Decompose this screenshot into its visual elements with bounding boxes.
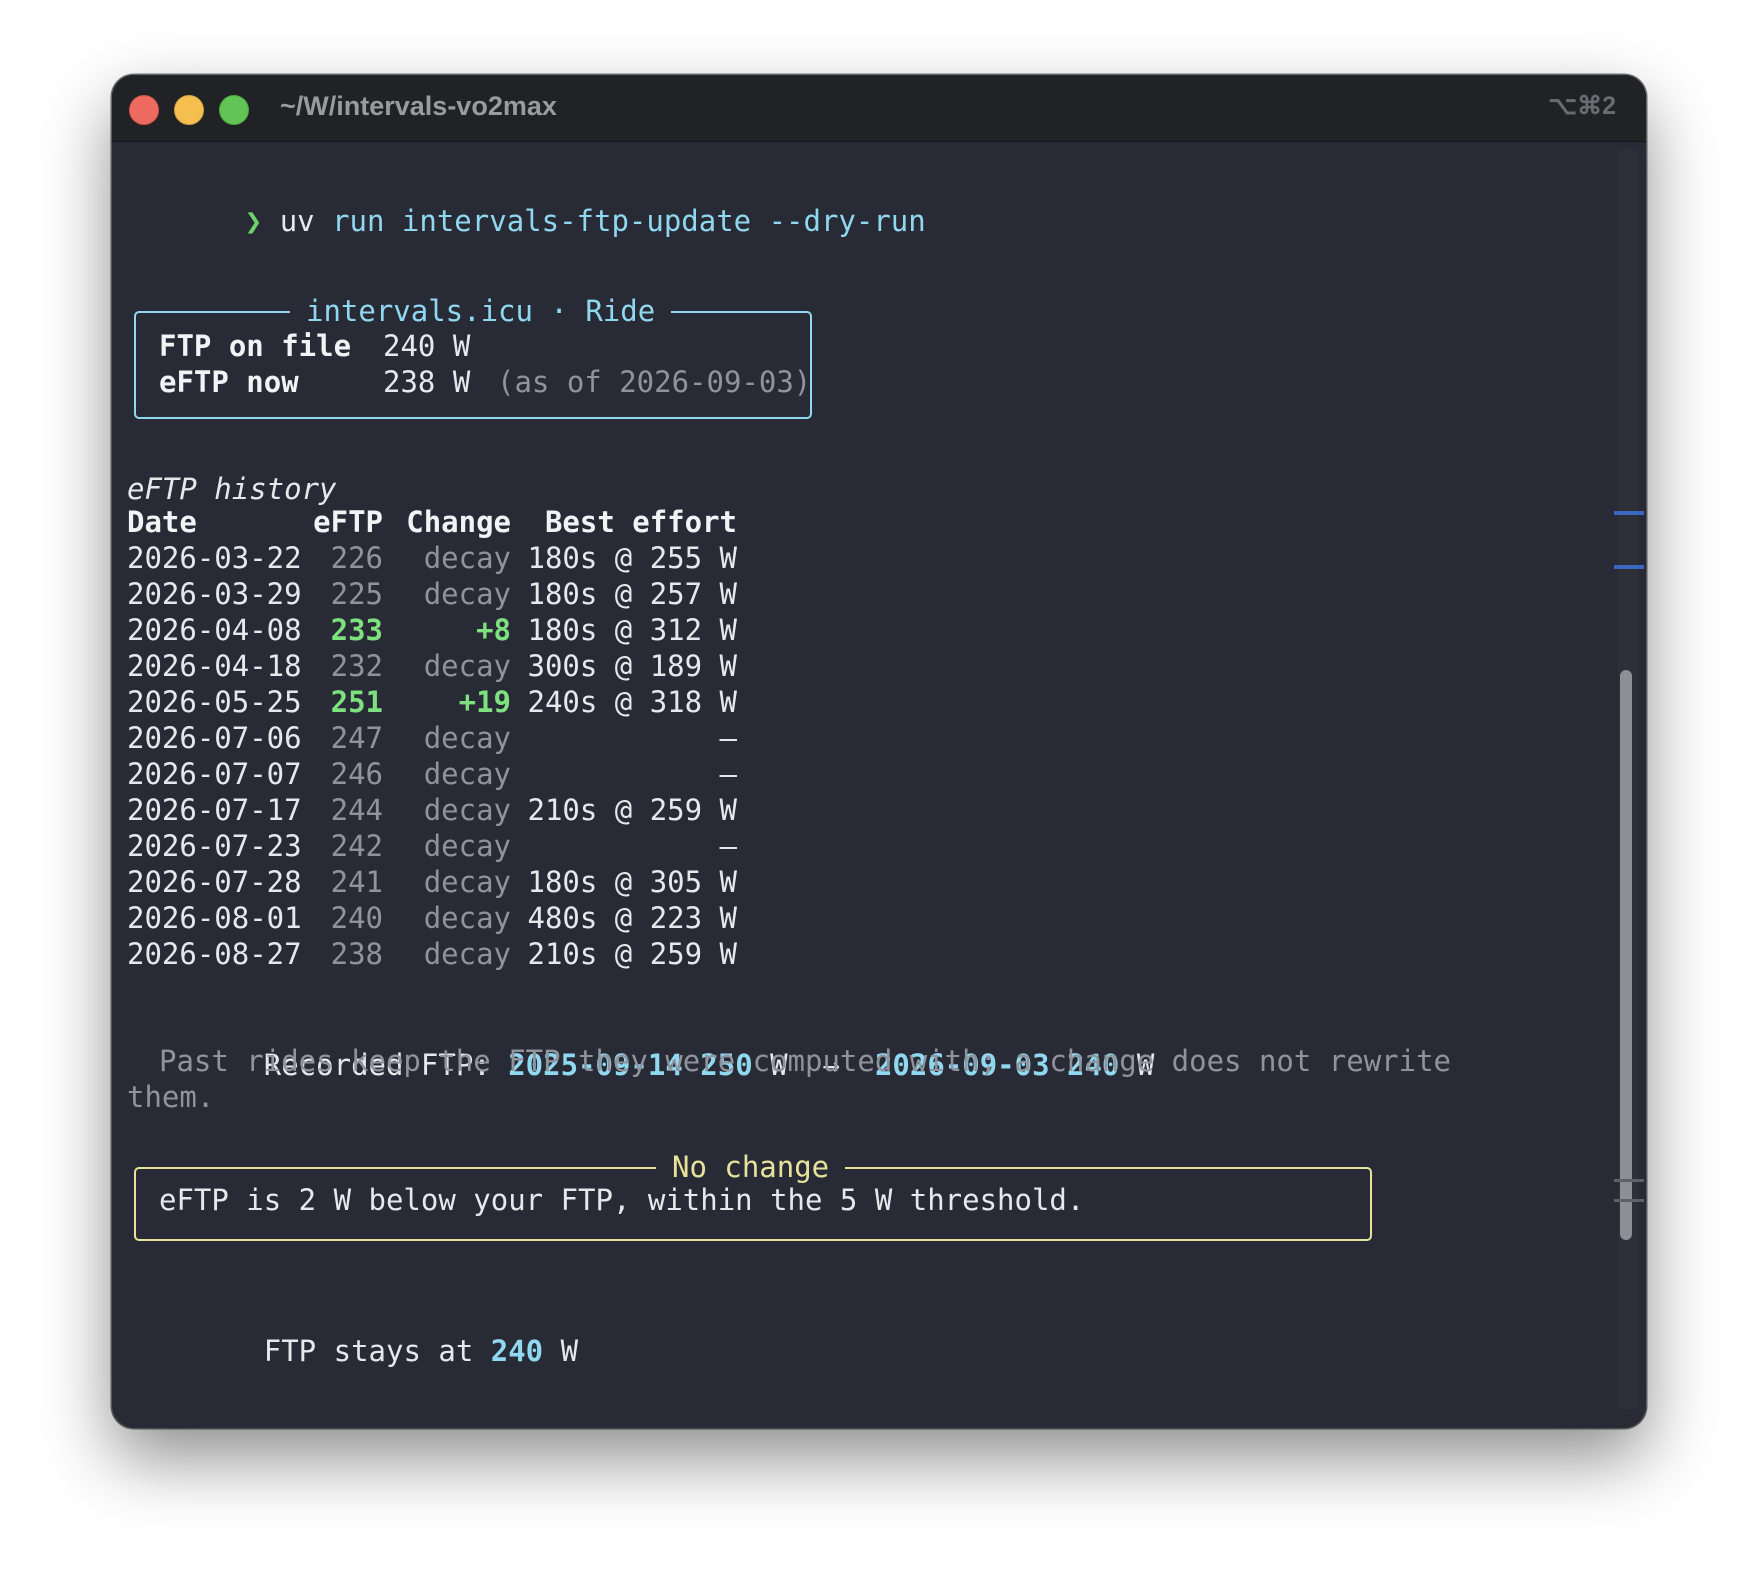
row-best-effort: — <box>719 757 737 791</box>
close-button[interactable] <box>129 95 159 125</box>
row-date: 2026-04-18 <box>127 649 302 683</box>
scroll-marker <box>1614 1199 1644 1202</box>
row-eftp: 247 <box>330 721 383 755</box>
row-best-effort: 210s @ 259 W <box>527 937 737 971</box>
command-args: run intervals-ftp-update --dry-run <box>332 204 926 238</box>
header-best-effort: Best effort <box>544 505 737 539</box>
footer-value: 240 <box>490 1334 544 1368</box>
footer-prefix: FTP stays at <box>263 1334 474 1368</box>
minimize-button[interactable] <box>174 95 204 125</box>
row-date: 2026-05-25 <box>127 685 302 719</box>
title-bar: ~/W/intervals-vo2max ⌥⌘2 <box>112 75 1646 142</box>
row-change: decay <box>423 901 511 935</box>
summary-box: intervals.icu · Ride FTP on file 240 W e… <box>134 291 812 419</box>
result-message: eFTP is 2 W below your FTP, within the 5… <box>159 1183 1085 1217</box>
row-change: decay <box>423 649 511 683</box>
row-date: 2026-03-29 <box>127 577 302 611</box>
row-best-effort: 180s @ 312 W <box>527 613 737 647</box>
scroll-marker <box>1614 511 1644 515</box>
row-eftp: 242 <box>330 829 383 863</box>
footer-unit: W <box>560 1334 579 1368</box>
eftp-now-note: (as of 2026-09-03) <box>497 365 812 399</box>
row-best-effort: 180s @ 255 W <box>527 541 737 575</box>
row-eftp: 226 <box>330 541 383 575</box>
row-eftp: 225 <box>330 577 383 611</box>
row-best-effort: 480s @ 223 W <box>527 901 737 935</box>
row-eftp: 244 <box>330 793 383 827</box>
row-date: 2026-07-06 <box>127 721 302 755</box>
command-name: uv <box>279 204 315 238</box>
row-eftp: 241 <box>330 865 383 899</box>
header-change: Change <box>406 505 511 539</box>
row-eftp: 233 <box>330 613 383 647</box>
row-date: 2026-07-07 <box>127 757 302 791</box>
scroll-marker <box>1614 565 1644 569</box>
command-line: ❯ uv run intervals-ftp-update --dry-run <box>140 161 926 238</box>
eftp-now-value: 238 W <box>383 365 471 399</box>
scrollbar-thumb[interactable] <box>1620 670 1632 1240</box>
row-change: decay <box>423 937 511 971</box>
row-change: decay <box>423 829 511 863</box>
row-change: decay <box>423 865 511 899</box>
row-best-effort: — <box>719 721 737 755</box>
row-change: +19 <box>458 685 511 719</box>
scroll-marker <box>1614 1179 1644 1182</box>
ftp-on-file-value: 240 W <box>383 329 471 363</box>
row-date: 2026-07-23 <box>127 829 302 863</box>
row-best-effort: 180s @ 257 W <box>527 577 737 611</box>
result-box: No change eFTP is 2 W below your FTP, wi… <box>134 1147 1372 1241</box>
result-box-title: No change <box>656 1147 846 1187</box>
terminal-content[interactable]: ❯ uv run intervals-ftp-update --dry-run … <box>112 141 1646 1428</box>
row-eftp: 240 <box>330 901 383 935</box>
row-eftp: 246 <box>330 757 383 791</box>
row-date: 2026-03-22 <box>127 541 302 575</box>
row-date: 2026-04-08 <box>127 613 302 647</box>
row-eftp: 238 <box>330 937 383 971</box>
row-eftp: 251 <box>330 685 383 719</box>
row-best-effort: 210s @ 259 W <box>527 793 737 827</box>
row-best-effort: 240s @ 318 W <box>527 685 737 719</box>
ftp-on-file-label: FTP on file <box>159 329 352 363</box>
row-change: decay <box>423 757 511 791</box>
row-best-effort: — <box>719 829 737 863</box>
eftp-now-label: eFTP now <box>159 365 299 399</box>
history-table: Date eFTP Change Best effort 2026-03-22 2… <box>127 505 747 985</box>
window-title: ~/W/intervals-vo2max <box>280 91 557 121</box>
footer-line: FTP stays at 240 W <box>159 1291 578 1368</box>
row-change: decay <box>423 577 511 611</box>
prompt-symbol: ❯ <box>244 204 263 238</box>
window-shortcut: ⌥⌘2 <box>1548 92 1616 120</box>
row-eftp: 232 <box>330 649 383 683</box>
row-change: decay <box>423 721 511 755</box>
recorded-ftp-line: Recorded FTP: 2025-09-14 250 W → 2026-09… <box>159 1005 1155 1082</box>
row-date: 2026-08-01 <box>127 901 302 935</box>
summary-box-title: intervals.icu · Ride <box>290 291 672 331</box>
row-change: decay <box>423 541 511 575</box>
row-date: 2026-07-17 <box>127 793 302 827</box>
row-date: 2026-08-27 <box>127 937 302 971</box>
zoom-button[interactable] <box>219 95 249 125</box>
recorded-note-line1: Past rides keep the FTP they were comput… <box>159 1044 1452 1078</box>
row-change: decay <box>423 793 511 827</box>
recorded-note-line2: them. <box>127 1080 215 1114</box>
history-heading: eFTP history <box>127 472 337 506</box>
row-best-effort: 180s @ 305 W <box>527 865 737 899</box>
terminal-window: ~/W/intervals-vo2max ⌥⌘2 ❯ uv run interv… <box>112 75 1646 1428</box>
row-date: 2026-07-28 <box>127 865 302 899</box>
row-best-effort: 300s @ 189 W <box>527 649 737 683</box>
row-change: +8 <box>476 613 511 647</box>
header-eftp: eFTP <box>313 505 383 539</box>
header-date: Date <box>127 505 197 539</box>
